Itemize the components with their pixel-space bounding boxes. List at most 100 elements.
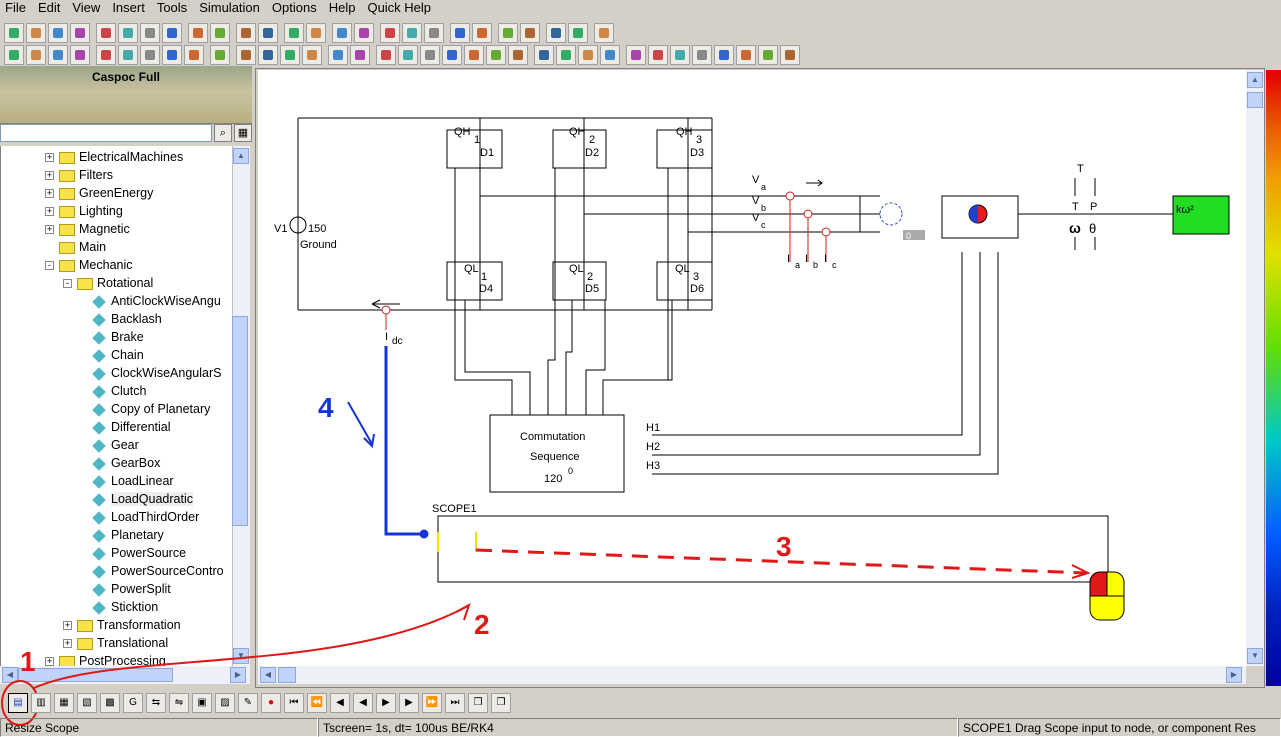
toolbar-btn-tb2-6-icon[interactable] — [140, 45, 160, 65]
toolbar-btn-tb1-4-icon[interactable] — [96, 23, 116, 43]
tree-item[interactable]: ClockWiseAngularS — [92, 364, 221, 382]
sim-btn-2-icon[interactable]: ▦ — [54, 693, 74, 713]
toolbar-btn-tb2-26-icon[interactable] — [600, 45, 620, 65]
sim-btn-5-icon[interactable]: G — [123, 693, 143, 713]
toolbar-btn-tb1-9-icon[interactable] — [210, 23, 230, 43]
toolbar-btn-tb1-14-icon[interactable] — [332, 23, 352, 43]
tree-item[interactable]: Planetary — [92, 526, 164, 544]
toolbar-btn-tb2-22-icon[interactable] — [508, 45, 528, 65]
tree-item[interactable]: - Mechanic — [45, 256, 133, 274]
tree-item[interactable]: Chain — [92, 346, 144, 364]
toolbar-btn-tb1-0-icon[interactable] — [4, 23, 24, 43]
sim-btn-21-icon[interactable]: ❒ — [491, 693, 511, 713]
toolbar-btn-tb1-24-icon[interactable] — [568, 23, 588, 43]
toolbar-btn-tb1-18-icon[interactable] — [424, 23, 444, 43]
search-icon[interactable]: ⌕ — [214, 124, 232, 142]
menu-edit[interactable]: Edit — [33, 0, 65, 18]
expand-icon[interactable]: + — [45, 207, 54, 217]
toolbar-btn-tb2-7-icon[interactable] — [162, 45, 182, 65]
sim-btn-3-icon[interactable]: ▧ — [77, 693, 97, 713]
toolbar-btn-tb1-1-icon[interactable] — [26, 23, 46, 43]
toolbar-btn-tb1-5-icon[interactable] — [118, 23, 138, 43]
toolbar-btn-tb1-8-icon[interactable] — [188, 23, 208, 43]
tree-item[interactable]: LoadQuadratic — [92, 490, 194, 508]
toolbar-btn-tb2-0-icon[interactable] — [4, 45, 24, 65]
tree-item[interactable]: PowerSplit — [92, 580, 171, 598]
toolbar-btn-tb1-12-icon[interactable] — [284, 23, 304, 43]
toolbar-btn-tb1-21-icon[interactable] — [498, 23, 518, 43]
toolbar-btn-tb1-15-icon[interactable] — [354, 23, 374, 43]
toolbar-btn-tb2-31-icon[interactable] — [714, 45, 734, 65]
toolbar-btn-tb2-14-icon[interactable] — [328, 45, 348, 65]
toolbar-btn-tb1-11-icon[interactable] — [258, 23, 278, 43]
schematic-canvas[interactable] — [258, 70, 1246, 666]
sim-btn-12-icon[interactable]: ⏮ — [284, 693, 304, 713]
toolbar-btn-tb2-24-icon[interactable] — [556, 45, 576, 65]
expand-icon[interactable]: + — [45, 171, 54, 181]
toolbar-btn-tb1-22-icon[interactable] — [520, 23, 540, 43]
sim-btn-4-icon[interactable]: ▩ — [100, 693, 120, 713]
toolbar-btn-tb2-5-icon[interactable] — [118, 45, 138, 65]
toolbar-btn-tb2-16-icon[interactable] — [376, 45, 396, 65]
menu-file[interactable]: File — [0, 0, 31, 18]
tree-item[interactable]: + Filters — [45, 166, 113, 184]
toolbar-btn-tb1-10-icon[interactable] — [236, 23, 256, 43]
toolbar-btn-tb1-20-icon[interactable] — [472, 23, 492, 43]
toolbar-btn-tb2-34-icon[interactable] — [780, 45, 800, 65]
toolbar-btn-tb2-19-icon[interactable] — [442, 45, 462, 65]
sim-btn-8-icon[interactable]: ▣ — [192, 693, 212, 713]
tree-item[interactable]: + Translational — [63, 634, 168, 652]
toolbar-btn-tb1-25-icon[interactable] — [594, 23, 614, 43]
sim-btn-17-icon[interactable]: ▶ — [399, 693, 419, 713]
toolbar-btn-tb2-27-icon[interactable] — [626, 45, 646, 65]
canvas-horizontal-scrollbar[interactable]: ◀ ▶ — [258, 666, 1246, 684]
tree-item[interactable]: Clutch — [92, 382, 146, 400]
toolbar-btn-tb2-10-icon[interactable] — [236, 45, 256, 65]
toolbar-btn-tb2-15-icon[interactable] — [350, 45, 370, 65]
tree-item[interactable]: + GreenEnergy — [45, 184, 153, 202]
library-tree[interactable]: + ElectricalMachines + Filters + GreenEnergy +… — [0, 146, 232, 666]
toolbar-btn-tb2-32-icon[interactable] — [736, 45, 756, 65]
sim-btn-11-icon[interactable]: ● — [261, 693, 281, 713]
expand-icon[interactable]: + — [45, 189, 54, 199]
menu-options[interactable]: Options — [267, 0, 322, 18]
sim-btn-20-icon[interactable]: ❒ — [468, 693, 488, 713]
expand-icon[interactable]: + — [63, 639, 72, 649]
tree-item[interactable]: PowerSource — [92, 544, 186, 562]
toolbar-btn-tb1-2-icon[interactable] — [48, 23, 68, 43]
toolbar-btn-tb2-30-icon[interactable] — [692, 45, 712, 65]
toolbar-btn-tb2-3-icon[interactable] — [70, 45, 90, 65]
search-input[interactable] — [0, 124, 212, 142]
toolbar-btn-tb1-19-icon[interactable] — [450, 23, 470, 43]
sim-btn-1-icon[interactable]: ▥ — [31, 693, 51, 713]
menu-insert[interactable]: Insert — [107, 0, 150, 18]
tree-item[interactable]: Sticktion — [92, 598, 158, 616]
tree-item[interactable]: Copy of Planetary — [92, 400, 210, 418]
tree-item[interactable]: PowerSourceContro — [92, 562, 224, 580]
tree-item[interactable]: - Rotational — [63, 274, 153, 292]
canvas-vertical-scrollbar[interactable]: ▲ ▼ — [1246, 70, 1264, 666]
sim-btn-9-icon[interactable]: ▨ — [215, 693, 235, 713]
scroll-left-icon[interactable]: ◀ — [260, 667, 276, 683]
expand-icon[interactable]: - — [45, 261, 54, 271]
expand-icon[interactable]: + — [45, 225, 54, 235]
toolbar-btn-tb2-33-icon[interactable] — [758, 45, 778, 65]
tree-item[interactable]: Brake — [92, 328, 144, 346]
toolbar-btn-tb2-17-icon[interactable] — [398, 45, 418, 65]
menu-tools[interactable]: Tools — [152, 0, 192, 18]
tree-item[interactable]: Differential — [92, 418, 171, 436]
toolbar-btn-tb2-8-icon[interactable] — [184, 45, 204, 65]
tree-item[interactable]: + PostProcessing — [45, 652, 166, 666]
toolbar-btn-tb2-20-icon[interactable] — [464, 45, 484, 65]
toolbar-btn-tb1-16-icon[interactable] — [380, 23, 400, 43]
canvas-vscroll-thumb[interactable] — [1247, 92, 1263, 108]
scroll-down-icon[interactable]: ▼ — [233, 648, 249, 664]
tree-item[interactable]: + ElectricalMachines — [45, 148, 183, 166]
tree-hscroll-thumb[interactable] — [18, 668, 173, 682]
tree-item[interactable]: LoadLinear — [92, 472, 174, 490]
toolbar-btn-tb2-13-icon[interactable] — [302, 45, 322, 65]
sim-btn-10-icon[interactable]: ✎ — [238, 693, 258, 713]
sim-btn-13-icon[interactable]: ⏪ — [307, 693, 327, 713]
tree-item[interactable]: Backlash — [92, 310, 162, 328]
sim-btn-15-icon[interactable]: ◀ — [353, 693, 373, 713]
